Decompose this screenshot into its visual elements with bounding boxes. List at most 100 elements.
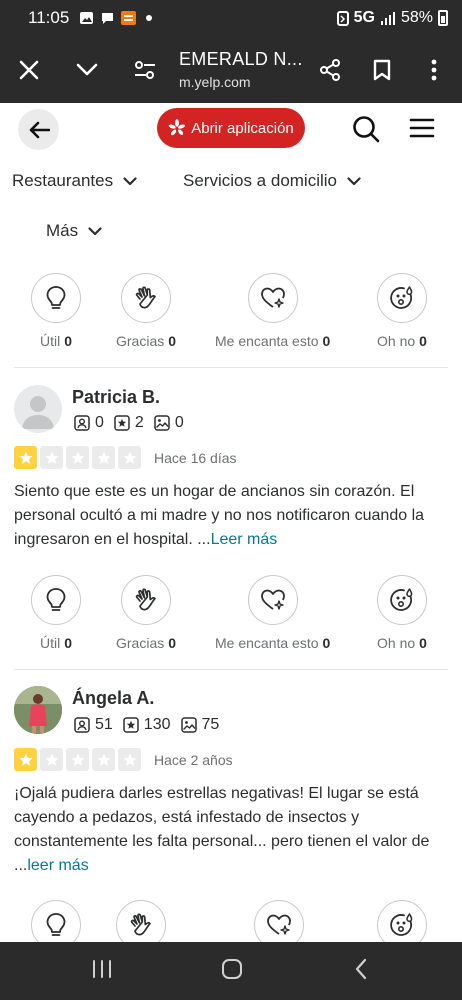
close-tab-button[interactable]: [7, 48, 51, 92]
useful-count: 0: [64, 635, 73, 651]
star-empty-icon: [40, 446, 63, 469]
review-star-icon: [123, 717, 139, 733]
avatar[interactable]: [14, 686, 62, 734]
reviewer-name[interactable]: Patricia B.: [72, 387, 160, 408]
share-button[interactable]: [308, 48, 352, 92]
heart-sparkle-icon: [267, 914, 291, 935]
home-button[interactable]: [220, 957, 244, 986]
react-love-button[interactable]: [254, 900, 304, 942]
search-icon: [353, 116, 380, 143]
signal-icon: [380, 12, 395, 25]
site-settings-button[interactable]: [123, 48, 167, 92]
browser-toolbar: EMERALD N... m.yelp.com: [0, 36, 462, 103]
friends-icon: [74, 415, 90, 431]
react-thanks-button[interactable]: Gracias 0: [116, 575, 176, 651]
star-filled-icon: [14, 446, 37, 469]
nav-delivery[interactable]: Servicios a domicilio: [183, 171, 361, 191]
open-app-label: Abrir aplicación: [191, 119, 294, 137]
ohno-count: 0: [419, 635, 427, 651]
recent-apps-button[interactable]: [91, 957, 113, 986]
more-vert-icon: [431, 59, 437, 80]
ohno-label: Oh no: [377, 333, 416, 349]
battery-percent: 58%: [400, 9, 433, 26]
love-label: Me encanta esto: [215, 635, 319, 651]
status-bar: 11:05 5G 58%: [0, 0, 462, 36]
react-love-button[interactable]: Me encanta esto 0: [215, 575, 330, 651]
react-useful-button[interactable]: [31, 900, 81, 942]
ohno-count: 0: [419, 333, 427, 349]
lightbulb-icon: [46, 588, 66, 611]
nav-more-label: Más: [46, 221, 79, 240]
read-more-link[interactable]: leer más: [27, 857, 88, 874]
review-card: Ángela A. 51 130 75 Hace 2 años ¡Ojalá p…: [0, 686, 462, 942]
page-title-area[interactable]: EMERALD N... m.yelp.com: [179, 49, 308, 90]
nav-restaurants-label: Restaurantes: [12, 171, 114, 190]
bookmark-button[interactable]: [360, 48, 404, 92]
react-useful-button[interactable]: Útil 0: [31, 273, 81, 349]
friends-icon: [74, 717, 90, 733]
back-nav-button[interactable]: [352, 957, 370, 986]
reviewer-stats: 0 2 0: [74, 414, 194, 432]
thanks-label: Gracias: [116, 635, 165, 651]
review-text: ¡Ojalá pudiera darles estrellas negativa…: [14, 782, 450, 878]
category-nav-more: Más: [0, 218, 462, 244]
react-ohno-button[interactable]: [377, 900, 427, 942]
more-options-button[interactable]: [412, 48, 456, 92]
reviewer-stats: 51 130 75: [74, 716, 229, 734]
user-photo: [14, 686, 62, 734]
useful-count: 0: [64, 333, 73, 349]
avatar[interactable]: [14, 385, 62, 433]
share-icon: [320, 58, 340, 81]
search-button[interactable]: [352, 115, 380, 148]
star-filled-icon: [14, 748, 37, 771]
useful-label: Útil: [39, 333, 61, 349]
open-app-button[interactable]: Abrir aplicación: [157, 108, 305, 148]
tune-icon: [135, 60, 155, 79]
default-avatar-icon: [22, 396, 54, 429]
arrow-left-icon: [29, 121, 50, 138]
reactions-bar: Útil 0 Gracias 0 Me encanta esto 0 Oh no 0: [0, 273, 462, 353]
back-icon: [355, 958, 367, 980]
star-empty-icon: [40, 748, 63, 771]
heart-sparkle-icon: [260, 287, 285, 308]
hamburger-menu-icon: [409, 118, 435, 138]
yelp-header: Abrir aplicación: [0, 103, 462, 155]
nav-more[interactable]: Más: [46, 221, 102, 241]
menu-button[interactable]: [409, 118, 435, 143]
divider: [14, 669, 448, 670]
thanks-count: 0: [168, 333, 177, 349]
page-url: m.yelp.com: [179, 74, 251, 90]
star-empty-icon: [66, 748, 89, 771]
nfc-icon: [336, 11, 349, 26]
react-ohno-button[interactable]: Oh no 0: [377, 575, 427, 651]
back-button[interactable]: [18, 109, 59, 150]
status-time: 11:05: [28, 8, 70, 27]
chevron-down-icon: [123, 176, 137, 185]
yelp-burst-icon: [168, 119, 186, 136]
react-useful-button[interactable]: Útil 0: [31, 575, 81, 651]
system-nav-bar: [0, 942, 462, 1000]
reactions-bar: [0, 900, 462, 942]
love-count: 0: [322, 635, 331, 651]
chat-icon: [102, 13, 114, 24]
photos-count: 0: [174, 414, 184, 431]
star-empty-icon: [118, 748, 141, 771]
reactions-bar: Útil 0 Gracias 0 Me encanta esto 0 Oh no 0: [0, 575, 462, 655]
app-notification-icon: [121, 11, 137, 25]
chevron-down-icon: [347, 176, 361, 185]
love-label: Me encanta esto: [215, 333, 319, 349]
react-love-button[interactable]: Me encanta esto 0: [215, 273, 330, 349]
star-empty-icon: [92, 748, 115, 771]
react-thanks-button[interactable]: Gracias 0: [116, 273, 176, 349]
reviewer-name[interactable]: Ángela A.: [72, 688, 154, 709]
nav-delivery-label: Servicios a domicilio: [183, 171, 337, 190]
love-count: 0: [322, 333, 331, 349]
read-more-link[interactable]: Leer más: [211, 531, 278, 548]
star-rating: [14, 446, 141, 469]
react-thanks-button[interactable]: [116, 900, 166, 942]
review-date: Hace 2 años: [154, 752, 233, 768]
reviews-count: 2: [134, 414, 144, 431]
react-ohno-button[interactable]: Oh no 0: [377, 273, 427, 349]
nav-restaurants[interactable]: Restaurantes: [12, 171, 137, 191]
minimize-button[interactable]: [65, 48, 109, 92]
